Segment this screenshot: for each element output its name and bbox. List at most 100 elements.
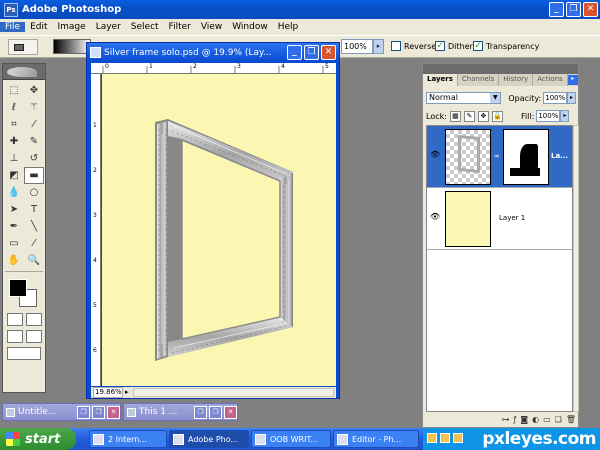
move-tool-icon[interactable]: ✥ [24,82,44,99]
foreground-color-swatch[interactable] [9,279,27,297]
screen-mode-icon[interactable] [6,330,23,343]
taskbar-item[interactable]: Editor - Ph... [333,430,419,448]
tab-history[interactable]: History [499,74,534,86]
minimize-button[interactable]: _ [549,2,564,17]
chain-link-icon[interactable]: ∞ [494,152,500,160]
restore-button[interactable]: ❐ [194,405,207,419]
adjustment-layer-icon[interactable]: ◐ [532,415,539,427]
blur-tool-icon[interactable]: 💧 [4,184,24,201]
trash-icon[interactable]: 🗑 [566,415,576,427]
horizontal-scrollbar[interactable] [133,388,334,397]
eye-icon[interactable]: 👁 [430,212,440,222]
tab-channels[interactable]: Channels [458,74,500,86]
tool-preset-picker[interactable] [8,39,38,55]
palette-header[interactable] [423,64,578,74]
add-mask-icon[interactable]: ◙ [520,415,528,427]
close-button[interactable]: ✕ [583,2,598,17]
menu-edit[interactable]: Edit [25,22,52,32]
new-group-icon[interactable]: ▭ [543,415,551,427]
fill-input[interactable]: 100% [536,110,561,122]
document-canvas[interactable] [102,74,336,386]
lock-pixels-icon[interactable]: ✎ [463,110,475,122]
layer-row[interactable]: 👁 Layer 1 [427,188,572,250]
zoom-field[interactable]: 19.86% [93,387,123,398]
taskbar-item[interactable]: OOB WRIT... [251,430,331,448]
close-button[interactable]: ✕ [224,405,237,419]
blend-mode-select[interactable]: Normal ▼ [426,92,502,104]
eye-icon[interactable]: 👁 [430,150,440,160]
brush-tool-icon[interactable]: ✎ [24,133,44,150]
minimized-window[interactable]: Untitle... ❐ ❐ ✕ [2,403,121,421]
tab-layers[interactable]: Layers [423,74,458,86]
opacity-slider-icon[interactable]: ▸ [567,92,576,104]
tray-icon[interactable] [440,433,450,443]
layers-scrollbar[interactable] [573,125,579,412]
menu-select[interactable]: Select [126,22,164,32]
menu-file[interactable]: File [0,22,26,32]
pen-tool-icon[interactable]: ✒ [4,218,24,235]
jump-to-imageready-icon[interactable] [7,347,41,360]
crop-tool-icon[interactable]: ⌗ [4,116,24,133]
lock-transparency-icon[interactable]: ▦ [449,110,461,122]
marquee-tool-icon[interactable]: ⬚ [4,82,24,99]
line-tool-icon[interactable]: ╲ [24,218,44,235]
gradient-tool-icon[interactable]: ▬ [24,167,44,184]
clone-stamp-icon[interactable]: ⊥ [4,150,24,167]
close-button[interactable]: ✕ [107,405,120,419]
doc-close-button[interactable]: ✕ [321,45,336,60]
menu-help[interactable]: Help [273,22,304,32]
menu-view[interactable]: View [196,22,227,32]
new-layer-icon[interactable]: ❏ [555,415,562,427]
tray-icon[interactable] [427,433,437,443]
zoom-tool-icon[interactable]: 🔍 [24,252,44,269]
start-button[interactable]: start [0,428,76,450]
restore-button[interactable]: ❐ [77,405,90,419]
dither-checkbox[interactable]: ✓ Dither [435,41,473,51]
standard-mode-icon[interactable] [6,313,23,326]
layer-mask-thumbnail[interactable] [503,129,549,185]
restore-button[interactable]: ❐ [566,2,581,17]
maximize-button[interactable]: ❐ [92,405,105,419]
lasso-tool-icon[interactable]: ℓ [4,99,24,116]
menu-image[interactable]: Image [53,22,91,32]
fill-slider-icon[interactable]: ▸ [560,110,570,122]
dodge-tool-icon[interactable]: ○ [24,184,44,201]
taskbar-item[interactable]: 2 Intern... [89,430,167,448]
chevron-down-icon: ▼ [490,93,501,103]
history-brush-icon[interactable]: ↺ [24,150,44,167]
reverse-checkbox[interactable]: Reverse [391,41,436,51]
opacity-arrow-icon[interactable]: ▸ [373,39,384,54]
doc-minimize-button[interactable]: _ [287,45,302,60]
quick-mask-icon[interactable] [25,313,42,326]
palette-menu-icon[interactable]: ▸ [567,75,578,85]
opacity-input[interactable]: 100% [341,39,373,54]
minimized-window[interactable]: This 1 ... ❐ ❐ ✕ [123,403,238,421]
menu-layer[interactable]: Layer [91,22,126,32]
eyedropper-icon[interactable]: ⁄ [24,235,44,252]
status-arrow-icon[interactable]: ▸ [125,388,129,396]
hand-tool-icon[interactable]: ✋ [4,252,24,269]
path-selection-icon[interactable]: ➤ [4,201,24,218]
link-layers-icon[interactable]: ⊶ [502,415,510,427]
transparency-checkbox[interactable]: ✓ Transparency [473,41,539,51]
full-screen-icon[interactable] [25,330,42,343]
doc-maximize-button[interactable]: ❐ [304,45,319,60]
tray-icon[interactable] [453,433,463,443]
toolbox-header[interactable] [3,64,45,80]
menu-window[interactable]: Window [227,22,273,32]
taskbar-item[interactable]: Adobe Pho... [169,430,249,448]
layer-row[interactable]: 👁 ∞ La... [427,126,572,188]
healing-brush-icon[interactable]: ✚ [4,133,24,150]
layer-style-icon[interactable]: ƒ [514,415,517,427]
tab-actions[interactable]: Actions [533,74,568,86]
notes-tool-icon[interactable]: ▭ [4,235,24,252]
lock-all-icon[interactable]: 🔒 [491,110,503,122]
lock-position-icon[interactable]: ✥ [477,110,489,122]
magic-wand-icon[interactable]: ⚚ [24,99,44,116]
slice-tool-icon[interactable]: ⁄ [24,116,44,133]
menu-filter[interactable]: Filter [164,22,196,32]
eraser-tool-icon[interactable]: ◩ [4,167,24,184]
type-tool-icon[interactable]: T [24,201,44,218]
layer-opacity-input[interactable]: 100% [543,92,568,104]
maximize-button[interactable]: ❐ [209,405,222,419]
